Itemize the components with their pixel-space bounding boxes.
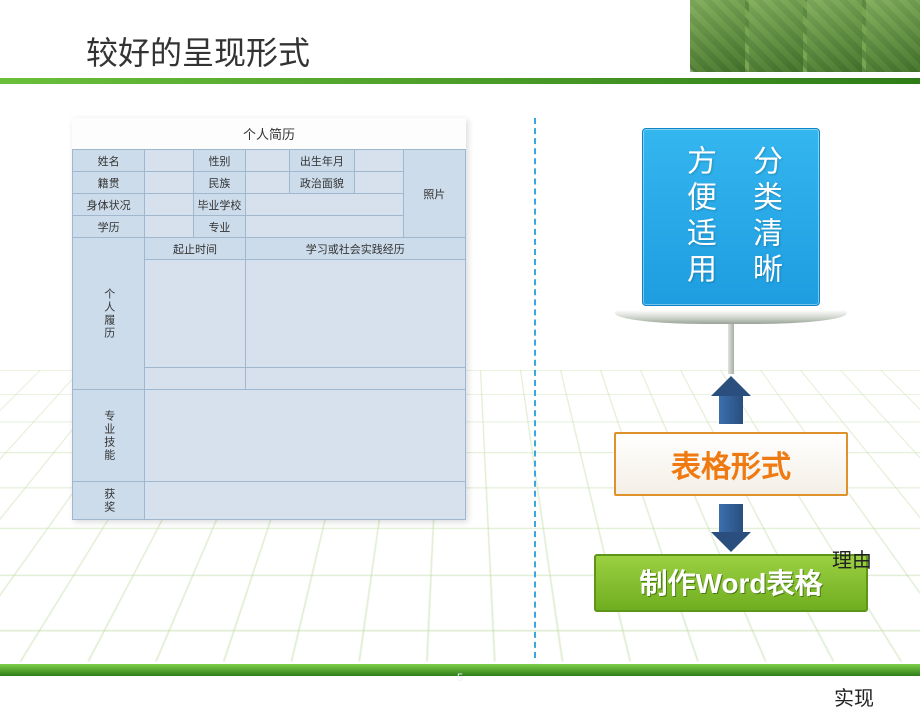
label-implement: 实现 <box>834 682 874 711</box>
cell-label: 姓名 <box>73 150 145 172</box>
blue-feature-box: 方便适用 分类清晰 <box>642 128 820 306</box>
cell-label: 学历 <box>73 216 145 238</box>
header-photo-overlay <box>690 0 920 72</box>
cell-value <box>245 172 290 194</box>
resume-card: 个人简历 姓名 性别 出生年月 照片 籍贯 民族 政治面貌 身体状况 毕业学校 … <box>72 118 466 520</box>
cell-value <box>245 150 290 172</box>
right-diagram: 方便适用 分类清晰 表格形式 制作Word表格 理由 实现 <box>576 128 886 612</box>
cell-label: 学习或社会实践经历 <box>245 238 465 260</box>
cell-value <box>145 260 245 368</box>
page-number: 5 <box>457 672 463 684</box>
cell-label: 专业 <box>194 216 245 238</box>
cell-value <box>245 216 403 238</box>
cell-value <box>145 390 466 482</box>
cell-value <box>145 172 194 194</box>
orange-label-box: 表格形式 <box>614 432 848 496</box>
cell-value <box>145 150 194 172</box>
cell-value <box>145 194 194 216</box>
label-reason: 理由 <box>832 544 872 573</box>
cell-value <box>145 482 466 520</box>
cell-label: 政治面貌 <box>290 172 355 194</box>
cell-label: 性别 <box>194 150 245 172</box>
cell-value <box>245 260 465 368</box>
cell-value <box>245 368 465 390</box>
cell-label: 身体状况 <box>73 194 145 216</box>
accent-bar-top <box>0 78 920 84</box>
blue-col-right: 分类清晰 <box>742 145 786 289</box>
cell-label: 起止时间 <box>145 238 245 260</box>
slide-title: 较好的呈现形式 <box>86 28 310 74</box>
cell-label: 籍贯 <box>73 172 145 194</box>
cell-value <box>354 150 403 172</box>
arrow-up-icon <box>711 380 751 424</box>
cell-photo: 照片 <box>403 150 465 238</box>
vertical-dashed-divider <box>534 118 536 658</box>
cell-value <box>354 172 403 194</box>
resume-table: 姓名 性别 出生年月 照片 籍贯 民族 政治面貌 身体状况 毕业学校 学历 专业 <box>72 149 466 520</box>
table-row: 姓名 性别 出生年月 照片 <box>73 150 466 172</box>
cell-value <box>145 368 245 390</box>
table-row: 专业技能 <box>73 390 466 482</box>
section-skills: 专业技能 <box>73 390 145 482</box>
cell-label: 毕业学校 <box>194 194 245 216</box>
cell-value <box>145 216 194 238</box>
cell-label: 出生年月 <box>290 150 355 172</box>
section-awards: 获奖 <box>73 482 145 520</box>
blue-col-left: 方便适用 <box>676 145 720 289</box>
green-action-box: 制作Word表格 <box>594 554 868 612</box>
tray-icon <box>615 310 847 324</box>
cell-label: 民族 <box>194 172 245 194</box>
table-row: 获奖 <box>73 482 466 520</box>
section-resume: 个人履历 <box>73 238 145 390</box>
arrow-down-icon <box>711 504 751 548</box>
tray-stem <box>728 322 734 374</box>
resume-heading: 个人简历 <box>72 118 466 149</box>
table-row: 个人履历 起止时间 学习或社会实践经历 <box>73 238 466 260</box>
cell-value <box>245 194 403 216</box>
